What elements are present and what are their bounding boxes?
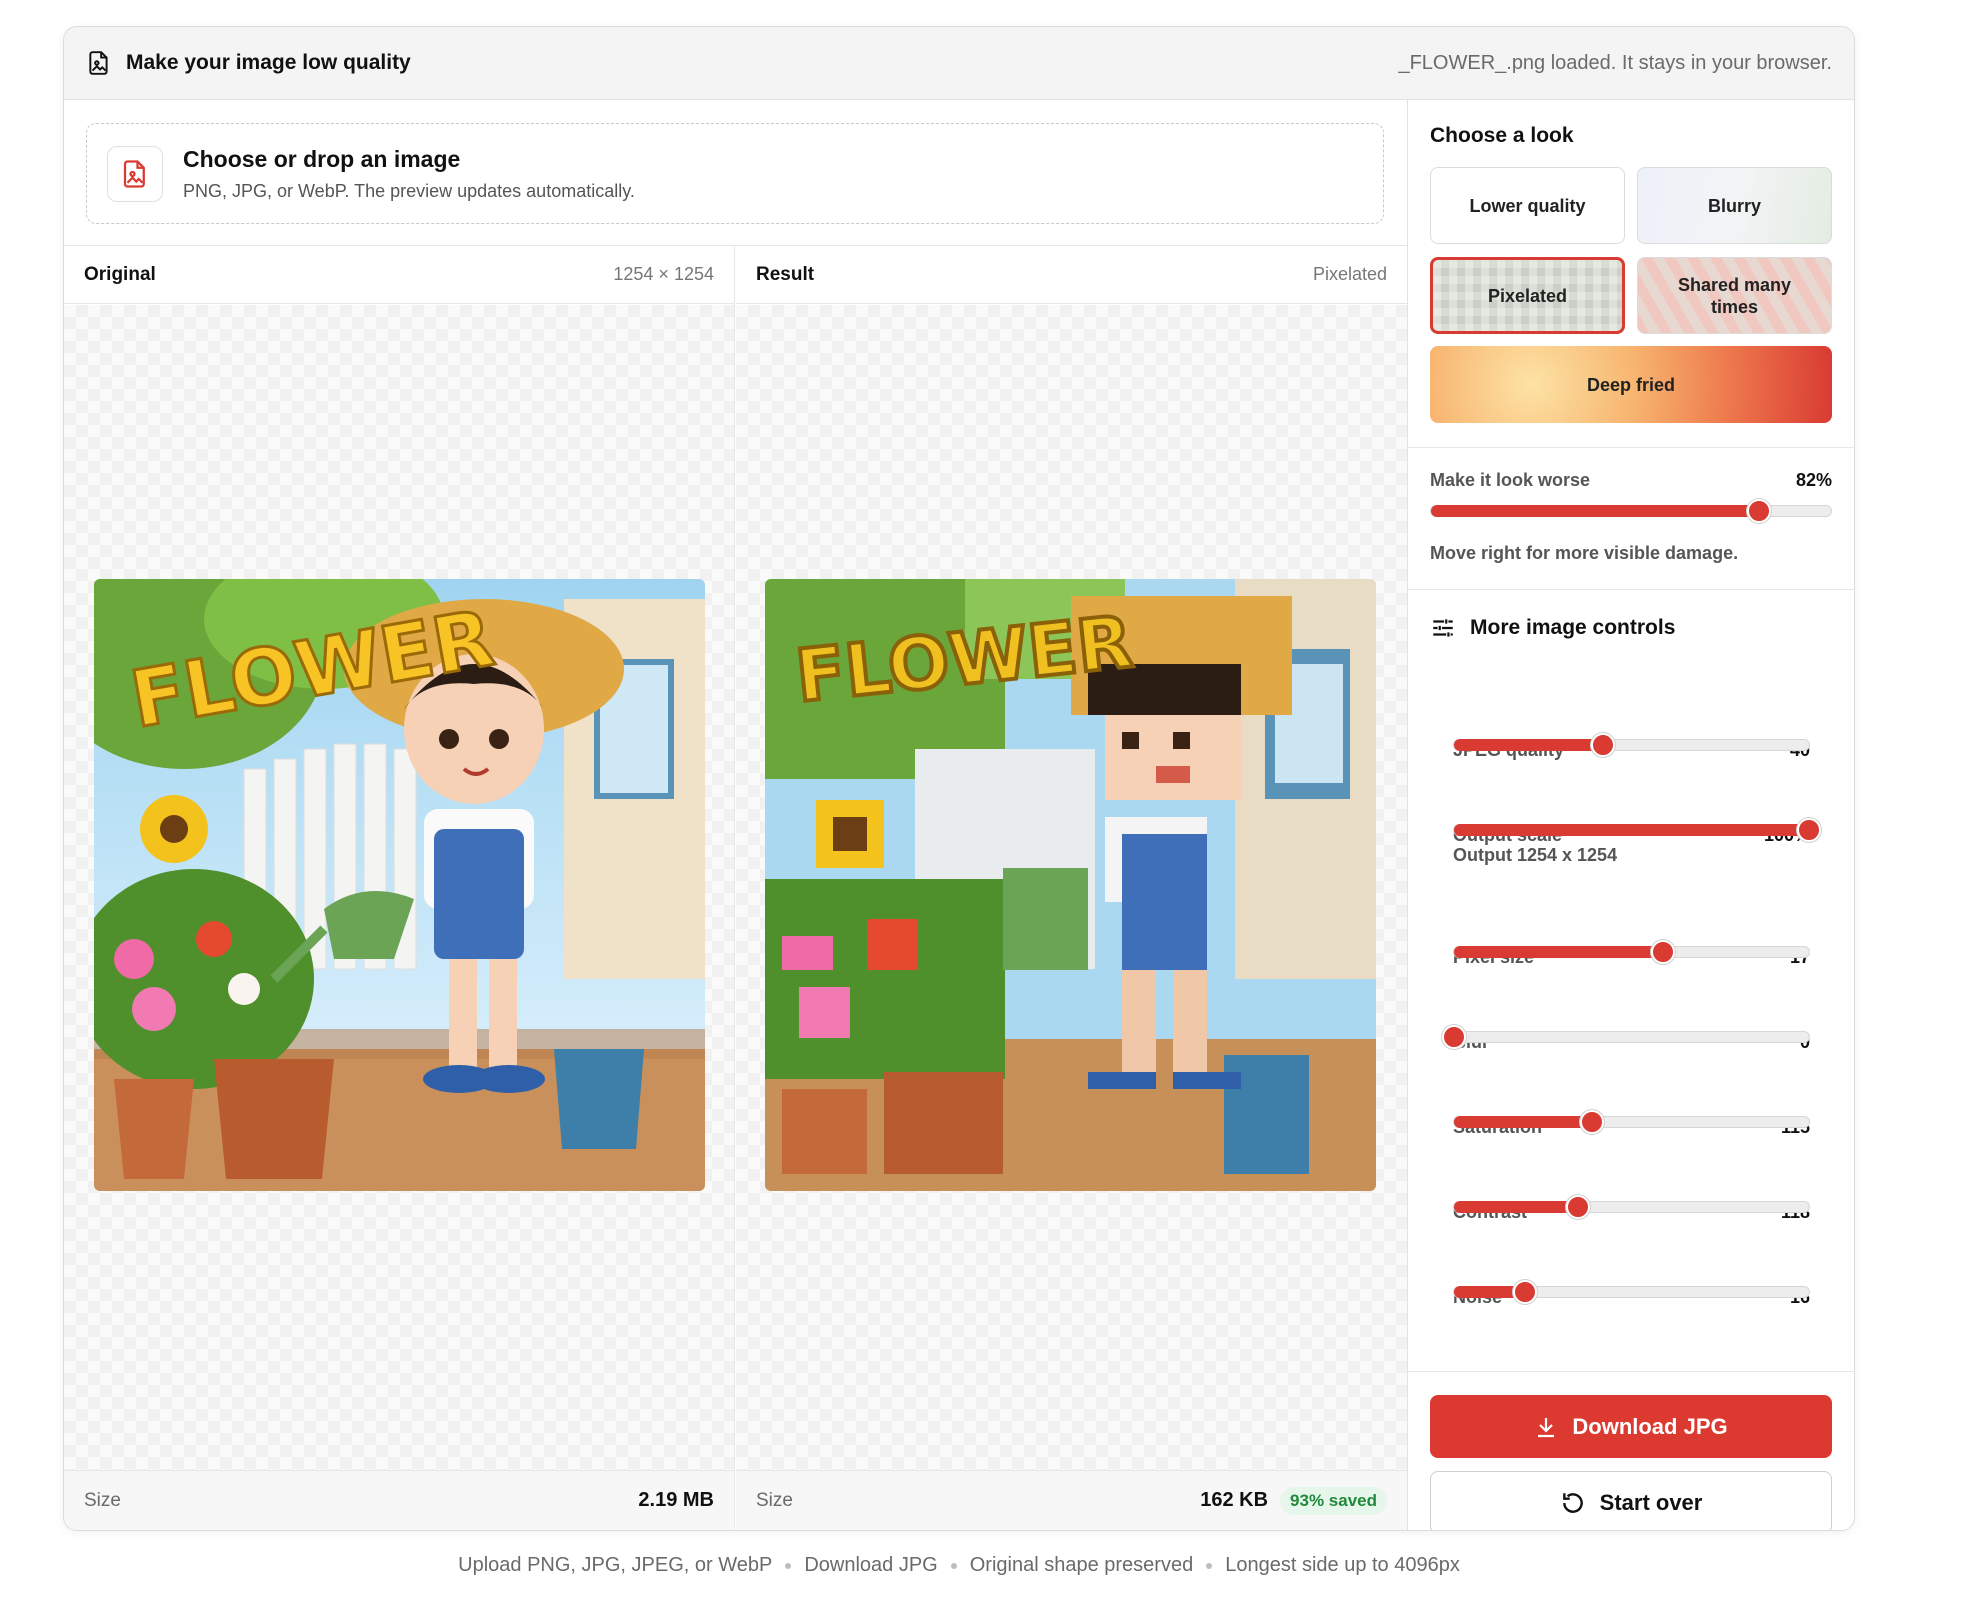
footer-download: Download JPG [804,1554,938,1576]
slider-fill [1454,946,1664,958]
slider-knob[interactable] [1747,499,1771,523]
load-status: _FLOWER_.png loaded. It stays in your br… [1398,51,1832,74]
original-header: Original 1254 × 1254 [64,246,734,304]
divider [1408,589,1854,590]
worse-value: 82% [1795,470,1832,490]
slider-fill [1454,824,1809,836]
separator-dot [950,1562,957,1569]
slider-fill [1454,1201,1579,1213]
original-image: FLOWER [94,579,705,1191]
output-scale-slider[interactable] [1453,818,1821,842]
look-shared-many-times-button[interactable]: Shared many times [1637,257,1832,334]
separator-dot [785,1562,792,1569]
preview-panels: Original 1254 × 1254 FLOWER Size 2.19 MB… [64,245,1407,1530]
original-size-label: Size [84,1489,121,1511]
slider-knob[interactable] [1797,818,1821,842]
worse-help: Move right for more visible damage. [1430,543,1739,563]
look-blurry-button[interactable]: Blurry [1637,167,1832,244]
result-preview: FLOWER [736,305,1407,1470]
slider-knob[interactable] [1591,733,1616,757]
slider-fill [1454,739,1604,751]
worse-slider[interactable] [1430,499,1832,523]
jpeg-quality-slider[interactable] [1453,733,1810,757]
footer-features: Upload PNG, JPG, JPEG, or WebP Download … [63,1554,1855,1577]
result-size-bar: Size 162 KB 93% saved [736,1470,1407,1530]
slider-fill [1431,505,1759,517]
start-over-label: Start over [1599,1489,1703,1515]
original-preview: FLOWER [64,305,734,1470]
divider [1408,447,1854,448]
original-size-value: 2.19 MB [638,1489,714,1511]
dropzone-subtitle: PNG, JPG, or WebP. The preview updates a… [183,180,635,201]
page-title: Make your image low quality [126,51,411,74]
reset-icon [1562,1492,1583,1513]
more-controls-toggle[interactable]: More image controls [1430,615,1675,641]
result-panel: Result Pixelated FLOWER Size 162 KB 93% … [736,246,1407,1530]
look-deep-fried-button[interactable]: Deep fried [1430,346,1832,423]
result-size-value: 162 KB [1200,1489,1269,1511]
result-size-label: Size [756,1489,793,1511]
result-label: Result [756,263,815,285]
footer-upload: Upload PNG, JPG, JPEG, or WebP [458,1554,773,1576]
image-dropzone[interactable]: Choose or drop an image PNG, JPG, or Web… [86,123,1384,224]
main-area: Choose or drop an image PNG, JPG, or Web… [64,100,1407,1530]
result-header: Result Pixelated [736,246,1407,304]
footer-size-limit: Longest side up to 4096px [1225,1554,1460,1576]
pixel-size-slider[interactable] [1453,940,1810,964]
noise-slider[interactable] [1453,1280,1810,1304]
top-bar: Make your image low quality _FLOWER_.png… [64,27,1854,100]
footer-shape: Original shape preserved [969,1554,1194,1576]
original-label: Original [84,263,156,285]
contrast-slider[interactable] [1453,1195,1810,1219]
look-shared-label: Shared many times [1677,274,1792,317]
result-mode: Pixelated [1312,264,1387,284]
divider [1408,1371,1854,1372]
download-icon [1538,1417,1555,1437]
blur-slider[interactable] [1442,1025,1810,1049]
start-over-button[interactable]: Start over [1430,1471,1832,1530]
app-window: Make your image low quality _FLOWER_.png… [63,26,1855,1531]
settings-sidebar: Choose a look Lower quality Blurry Pixel… [1407,100,1854,1530]
separator-dot [1206,1562,1213,1569]
slider-knob[interactable] [1566,1195,1591,1219]
look-lower-quality-button[interactable]: Lower quality [1430,167,1625,244]
slider-knob[interactable] [1513,1280,1537,1304]
download-label: Download JPG [1572,1413,1728,1439]
slider-fill [1454,1116,1593,1128]
original-dimensions: 1254 × 1254 [613,264,714,284]
dropzone-title: Choose or drop an image [183,145,461,172]
slider-knob[interactable] [1580,1110,1605,1134]
image-upload-icon [107,145,163,202]
slider-knob[interactable] [1651,940,1676,964]
look-pixelated-button[interactable]: Pixelated [1430,257,1625,334]
download-jpg-button[interactable]: Download JPG [1430,1395,1832,1458]
worse-label: Make it look worse [1430,470,1591,490]
more-controls-title: More image controls [1470,616,1676,639]
image-file-icon [89,51,108,75]
original-size-bar: Size 2.19 MB [64,1470,734,1530]
output-size-note: Output 1254 x 1254 [1453,845,1618,865]
slider-knob[interactable] [1442,1025,1466,1049]
savings-badge: 93% saved [1280,1486,1387,1515]
result-image: FLOWER [765,579,1376,1191]
saturation-slider[interactable] [1453,1110,1810,1134]
sliders-icon [1433,619,1453,637]
original-panel: Original 1254 × 1254 FLOWER Size 2.19 MB [64,246,735,1530]
looks-title: Choose a look [1430,124,1574,147]
